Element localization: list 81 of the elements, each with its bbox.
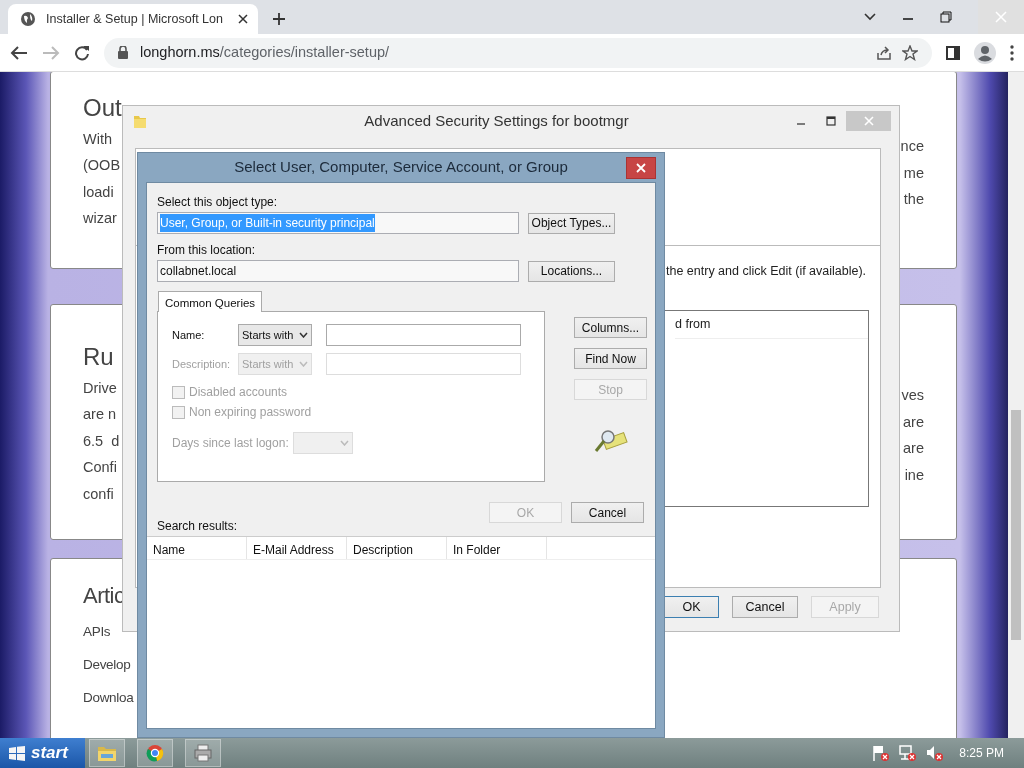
body-text: loadi — [83, 182, 115, 202]
star-icon[interactable] — [902, 44, 918, 61]
article-link[interactable]: Downloa — [83, 681, 134, 715]
card-heading: Out — [83, 94, 122, 123]
printer-icon[interactable] — [193, 744, 213, 762]
browser-icon[interactable] — [145, 744, 165, 762]
card-heading: Ru — [83, 343, 115, 372]
dialog-button[interactable]: Locations... — [528, 260, 615, 282]
dialog-button[interactable]: Cancel — [571, 502, 644, 523]
body-text: Confi — [83, 458, 118, 478]
url-text: longhorn.ms/categories/installer-setup/ — [140, 42, 390, 62]
field-label: Search results: — [157, 519, 239, 533]
side-panel-icon[interactable] — [946, 45, 960, 60]
close-button[interactable] — [626, 156, 656, 179]
maximize-icon[interactable] — [826, 116, 836, 126]
body-text: are n — [83, 405, 118, 425]
dialog-button[interactable]: Cancel — [732, 596, 798, 618]
text-field[interactable]: collabnet.local — [157, 260, 519, 282]
new-tab-icon[interactable] — [272, 12, 286, 26]
body-text: ves — [901, 386, 924, 405]
card-heading: Artic — [83, 583, 126, 610]
chevron-down-icon — [299, 332, 308, 338]
body-text: 6.5 d — [83, 431, 120, 451]
address-bar[interactable]: longhorn.ms/categories/installer-setup/ — [104, 37, 932, 68]
dialog-button[interactable]: Find Now — [574, 348, 647, 369]
instruction-text: the entry and click Edit (if available). — [666, 263, 868, 280]
body-text: me — [902, 163, 924, 183]
close-icon[interactable] — [238, 14, 248, 24]
folder-icon — [133, 113, 147, 129]
back-icon[interactable] — [10, 44, 28, 61]
body-text: confi — [83, 484, 115, 504]
lock-icon — [118, 46, 128, 59]
network-icon[interactable] — [898, 744, 917, 762]
column-header[interactable]: Name — [147, 537, 247, 559]
chevron-down-icon — [299, 361, 308, 367]
profile-icon[interactable] — [974, 41, 996, 64]
column-header[interactable]: In Folder — [447, 537, 547, 559]
checkbox-label: Disabled accounts — [189, 384, 288, 401]
column-header: d from — [675, 314, 868, 339]
body-text: With — [83, 129, 113, 149]
scrollbar[interactable] — [1008, 72, 1024, 738]
field-label: Description: — [172, 356, 232, 372]
more-icon[interactable] — [1010, 44, 1014, 61]
flag-icon[interactable] — [871, 744, 890, 762]
start-button[interactable]: start — [0, 738, 85, 768]
article-link[interactable]: Develop — [83, 648, 134, 682]
field-label: Name: — [172, 327, 206, 343]
close-icon — [636, 162, 646, 173]
dialog-title: Select User, Computer, Service Account, or Group — [233, 157, 569, 178]
text-field[interactable] — [326, 324, 521, 346]
speaker-icon[interactable] — [925, 744, 944, 762]
body-text: wizar — [83, 209, 118, 229]
windows-logo-icon — [8, 745, 26, 761]
field-label: Select this object type: — [157, 195, 279, 209]
body-text: nce — [900, 137, 924, 156]
globe-icon — [20, 11, 36, 27]
chevron-down-icon[interactable] — [864, 13, 876, 21]
window-title: Advanced Security Settings for bootmgr — [363, 110, 630, 131]
body-text: are — [902, 412, 924, 432]
chevron-down-icon — [339, 440, 349, 446]
body-text: the — [902, 190, 924, 209]
dialog-button[interactable]: OK — [664, 596, 719, 618]
restore-icon[interactable] — [940, 11, 952, 23]
field-label: From this location: — [157, 243, 257, 257]
body-text: Drive — [83, 378, 118, 398]
field-label: Days since last logon: — [172, 435, 289, 452]
dropdown[interactable]: Starts with — [238, 324, 312, 346]
reload-icon[interactable] — [74, 44, 90, 61]
browser-tab[interactable]: Installer & Setup | Microsoft Lon — [8, 4, 258, 34]
body-text: ine — [903, 465, 924, 485]
tab[interactable]: Common Queries — [158, 291, 263, 312]
share-icon[interactable] — [876, 44, 892, 61]
body-text: are — [902, 439, 924, 458]
dialog-button[interactable]: Columns... — [574, 317, 647, 338]
column-header[interactable]: Description — [347, 537, 447, 559]
body-text: (OOB — [83, 156, 122, 176]
dialog-button[interactable]: Object Types... — [528, 212, 615, 234]
checkbox-label: Non expiring password — [189, 404, 312, 421]
magnifier-card-icon — [593, 428, 628, 454]
close-icon — [863, 116, 874, 126]
column-header[interactable]: E-Mail Address — [247, 537, 347, 559]
